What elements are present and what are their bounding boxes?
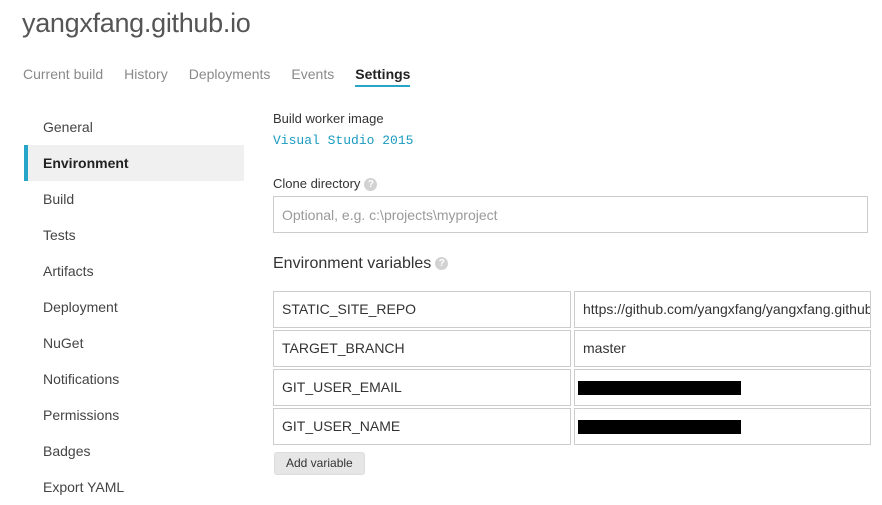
redacted-value-block: [578, 381, 741, 395]
tab-deployments[interactable]: Deployments: [189, 66, 271, 87]
clone-directory-input[interactable]: [273, 196, 868, 233]
sidebar-item-artifacts[interactable]: Artifacts: [24, 253, 244, 289]
tab-events[interactable]: Events: [291, 66, 334, 87]
sidebar-item-badges[interactable]: Badges: [24, 433, 244, 469]
env-var-row: GIT_USER_EMAIL: [273, 369, 873, 408]
env-var-row: STATIC_SITE_REPO https://github.com/yang…: [273, 291, 873, 330]
clone-directory-label: Clone directory: [273, 176, 361, 191]
help-icon[interactable]: ?: [364, 178, 378, 192]
sidebar-item-notifications[interactable]: Notifications: [24, 361, 244, 397]
env-var-name-field[interactable]: GIT_USER_EMAIL: [273, 369, 571, 406]
environment-variables-table: STATIC_SITE_REPO https://github.com/yang…: [273, 291, 873, 447]
sidebar-item-permissions[interactable]: Permissions: [24, 397, 244, 433]
sidebar-item-nuget[interactable]: NuGet: [24, 325, 244, 361]
clone-directory-label-row: Clone directory?: [273, 176, 378, 192]
project-tabs: Current build History Deployments Events…: [23, 66, 431, 87]
environment-variables-title: Environment variables: [273, 255, 432, 272]
sidebar-item-build[interactable]: Build: [24, 181, 244, 217]
tab-settings[interactable]: Settings: [355, 66, 411, 87]
env-var-value-field[interactable]: master: [574, 330, 871, 367]
env-var-value-field[interactable]: https://github.com/yangxfang/yangxfang.g…: [574, 291, 871, 328]
add-variable-button[interactable]: Add variable: [274, 452, 365, 475]
tab-current-build[interactable]: Current build: [23, 66, 103, 87]
env-var-name-field[interactable]: GIT_USER_NAME: [273, 408, 571, 445]
environment-variables-heading: Environment variables?: [273, 255, 449, 273]
build-worker-image-value[interactable]: Visual Studio 2015: [273, 133, 413, 148]
tab-history[interactable]: History: [124, 66, 168, 87]
settings-sidebar: General Environment Build Tests Artifact…: [24, 109, 244, 505]
env-var-value-field[interactable]: [574, 408, 871, 445]
env-var-row: GIT_USER_NAME: [273, 408, 873, 447]
env-var-name-field[interactable]: TARGET_BRANCH: [273, 330, 571, 367]
sidebar-item-tests[interactable]: Tests: [24, 217, 244, 253]
help-icon[interactable]: ?: [435, 257, 449, 271]
env-var-name-field[interactable]: STATIC_SITE_REPO: [273, 291, 571, 328]
build-worker-image-label: Build worker image: [273, 111, 384, 126]
sidebar-item-general[interactable]: General: [24, 109, 244, 145]
sidebar-item-export-yaml[interactable]: Export YAML: [24, 469, 244, 505]
sidebar-item-environment[interactable]: Environment: [24, 145, 244, 181]
sidebar-item-deployment[interactable]: Deployment: [24, 289, 244, 325]
env-var-row: TARGET_BRANCH master: [273, 330, 873, 369]
env-var-value-field[interactable]: [574, 369, 871, 406]
redacted-value-block: [578, 420, 741, 434]
project-title: yangxfang.github.io: [22, 8, 251, 38]
